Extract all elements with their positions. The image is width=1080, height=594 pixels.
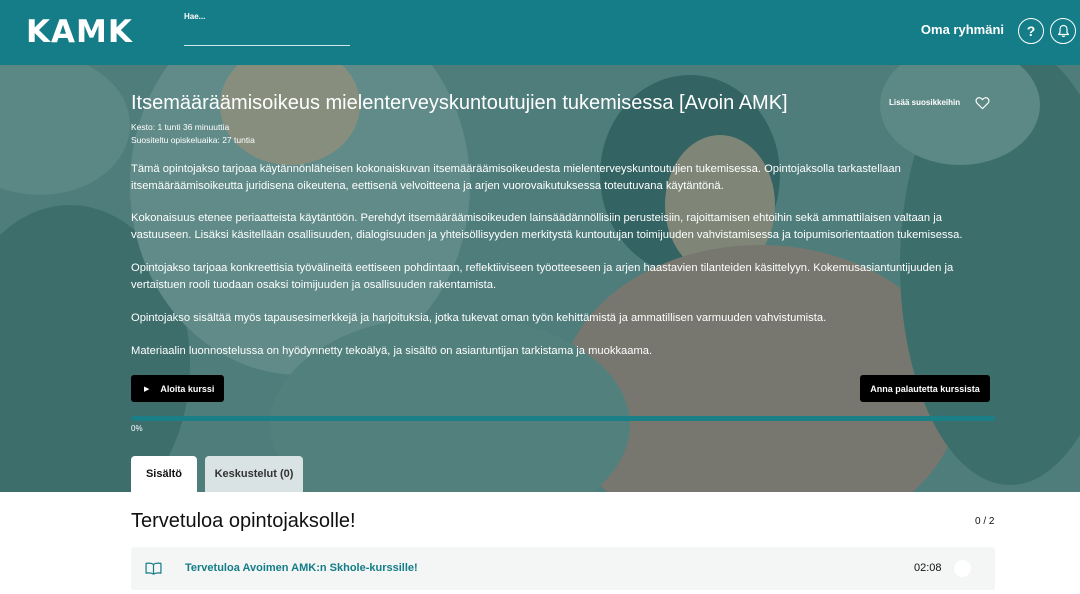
play-icon: ▶ (144, 385, 150, 393)
lesson-duration: 02:08 (914, 562, 942, 574)
my-group-link[interactable]: Oma ryhmäni (921, 22, 1004, 37)
add-to-favorites-label[interactable]: Lisää suosikkeihin (889, 98, 960, 107)
description-paragraph: Tämä opintojakso tarjoaa käytännönläheis… (131, 163, 901, 192)
bell-icon (1057, 24, 1069, 38)
search-input[interactable] (184, 26, 350, 46)
book-icon (145, 562, 162, 575)
kamk-logo[interactable]: KAMK (26, 14, 133, 50)
section-title: Tervetuloa opintojaksolle! (131, 510, 356, 532)
tab-content[interactable]: Sisältö (131, 456, 197, 492)
description-paragraph: Opintojakso sisältää myös tapausesimerkk… (131, 312, 827, 324)
lesson-completion-indicator (954, 560, 971, 577)
search-label: Hae... (184, 12, 206, 21)
help-icon: ? (1026, 23, 1036, 39)
notifications-button[interactable] (1050, 18, 1076, 44)
lesson-row[interactable]: Tervetuloa Avoimen AMK:n Skhole-kurssill… (131, 547, 995, 590)
description-paragraph: Kokonaisuus etenee periaatteista käytänt… (131, 212, 963, 241)
course-duration: Kesto: 1 tunti 36 minuuttia (131, 122, 230, 132)
tab-discussions[interactable]: Keskustelut (0) (205, 456, 303, 492)
give-feedback-button[interactable]: Anna palautetta kurssista (860, 375, 990, 402)
section-progress-count: 0 / 2 (975, 516, 995, 527)
lesson-title[interactable]: Tervetuloa Avoimen AMK:n Skhole-kurssill… (185, 562, 418, 574)
top-navigation-bar: KAMK Hae... Oma ryhmäni ? (0, 0, 1080, 65)
description-paragraph: Materiaalin luonnostelussa on hyödynnett… (131, 345, 653, 357)
description-paragraph: Opintojakso tarjoaa konkreettisia työväl… (131, 262, 954, 291)
help-button[interactable]: ? (1018, 18, 1044, 44)
course-progress-text: 0% (131, 424, 143, 433)
recommended-study-time: Suositeltu opiskeluaika: 27 tuntia (131, 135, 255, 145)
course-title: Itsemääräämisoikeus mielenterveyskuntout… (131, 92, 788, 114)
start-course-button[interactable]: ▶ Aloita kurssi (131, 375, 224, 402)
start-course-label: Aloita kurssi (160, 383, 215, 394)
course-hero: Itsemääräämisoikeus mielenterveyskuntout… (0, 65, 1080, 492)
course-progress-bar (131, 416, 995, 421)
heart-icon[interactable] (975, 96, 990, 110)
